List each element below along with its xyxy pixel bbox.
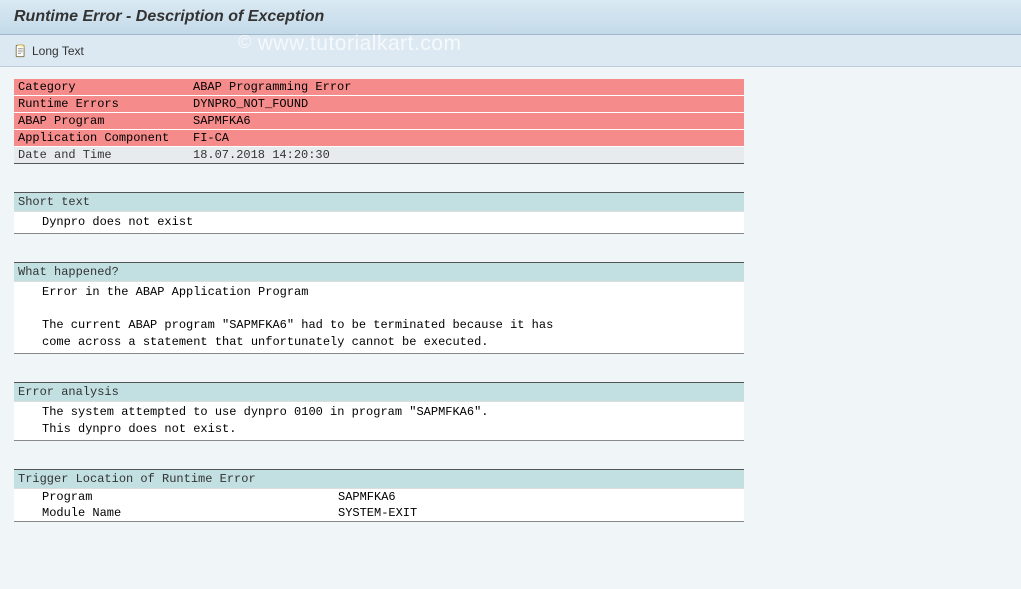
runtime-errors-value: DYNPRO_NOT_FOUND	[189, 96, 744, 113]
category-label: Category	[14, 79, 189, 96]
trigger-module-label: Module Name	[14, 505, 334, 521]
info-row-category: Category ABAP Programming Error	[14, 79, 744, 96]
section-error-analysis: Error analysis The system attempted to u…	[14, 382, 744, 441]
short-text-header: Short text	[14, 193, 744, 212]
long-text-label: Long Text	[32, 44, 84, 58]
info-row-runtime-errors: Runtime Errors DYNPRO_NOT_FOUND	[14, 96, 744, 113]
info-row-date-time: Date and Time 18.07.2018 14:20:30	[14, 147, 744, 164]
title-bar: Runtime Error - Description of Exception	[0, 0, 1021, 35]
abap-program-value: SAPMFKA6	[189, 113, 744, 130]
date-time-value: 18.07.2018 14:20:30	[189, 147, 744, 164]
long-text-button[interactable]: Long Text	[14, 44, 84, 58]
category-value: ABAP Programming Error	[189, 79, 744, 96]
trigger-body: Program SAPMFKA6 Module Name SYSTEM-EXIT	[14, 489, 744, 521]
error-analysis-body: The system attempted to use dynpro 0100 …	[14, 402, 744, 440]
what-happened-line1: Error in the ABAP Application Program	[42, 284, 740, 301]
trigger-table: Program SAPMFKA6 Module Name SYSTEM-EXIT	[14, 489, 744, 521]
section-trigger-location: Trigger Location of Runtime Error Progra…	[14, 469, 744, 522]
info-table: Category ABAP Programming Error Runtime …	[14, 79, 744, 164]
app-component-label: Application Component	[14, 130, 189, 147]
error-analysis-line2: This dynpro does not exist.	[42, 421, 740, 438]
info-row-app-component: Application Component FI-CA	[14, 130, 744, 147]
blank-line	[42, 301, 740, 318]
what-happened-line2: The current ABAP program "SAPMFKA6" had …	[42, 317, 740, 334]
error-analysis-line1: The system attempted to use dynpro 0100 …	[42, 404, 740, 421]
trigger-program-label: Program	[14, 489, 334, 505]
info-row-abap-program: ABAP Program SAPMFKA6	[14, 113, 744, 130]
app-component-value: FI-CA	[189, 130, 744, 147]
date-time-label: Date and Time	[14, 147, 189, 164]
document-icon	[14, 44, 28, 58]
short-text-line: Dynpro does not exist	[42, 214, 740, 231]
what-happened-body: Error in the ABAP Application Program Th…	[14, 282, 744, 353]
trigger-header: Trigger Location of Runtime Error	[14, 470, 744, 489]
trigger-program-value: SAPMFKA6	[334, 489, 744, 505]
short-text-body: Dynpro does not exist	[14, 212, 744, 233]
trigger-module-value: SYSTEM-EXIT	[334, 505, 744, 521]
trigger-row-program: Program SAPMFKA6	[14, 489, 744, 505]
page-title: Runtime Error - Description of Exception	[14, 8, 1007, 26]
trigger-row-module: Module Name SYSTEM-EXIT	[14, 505, 744, 521]
error-analysis-header: Error analysis	[14, 383, 744, 402]
content-area: Category ABAP Programming Error Runtime …	[0, 67, 1021, 534]
what-happened-header: What happened?	[14, 263, 744, 282]
what-happened-line3: come across a statement that unfortunate…	[42, 334, 740, 351]
toolbar: Long Text	[0, 35, 1021, 67]
abap-program-label: ABAP Program	[14, 113, 189, 130]
runtime-errors-label: Runtime Errors	[14, 96, 189, 113]
section-what-happened: What happened? Error in the ABAP Applica…	[14, 262, 744, 354]
section-short-text: Short text Dynpro does not exist	[14, 192, 744, 234]
